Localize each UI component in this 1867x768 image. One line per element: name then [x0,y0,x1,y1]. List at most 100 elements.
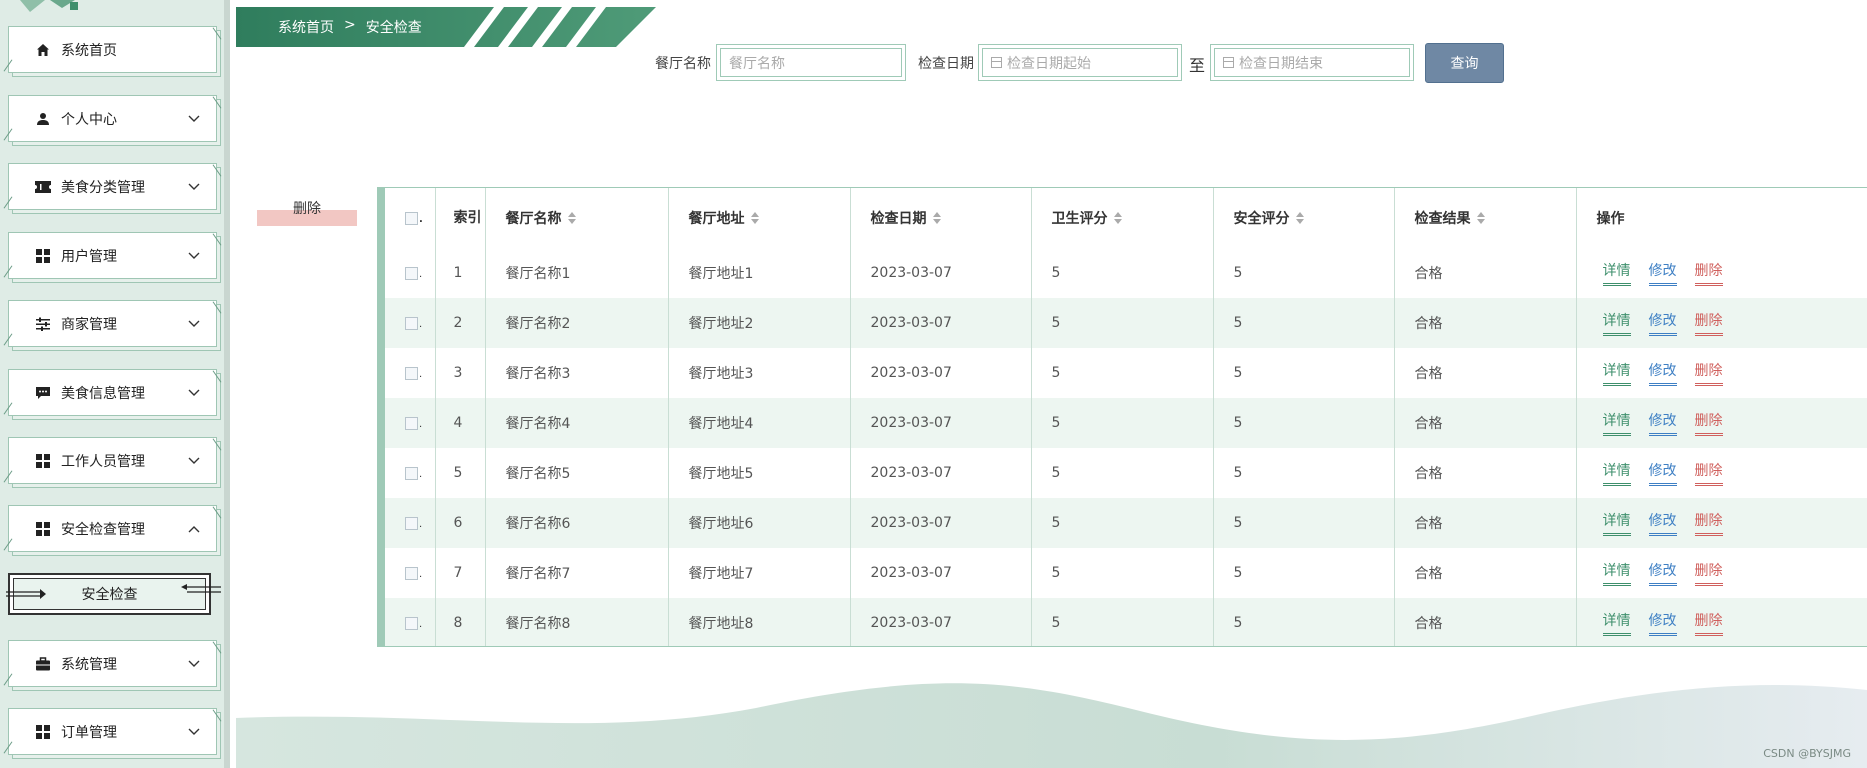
delete-link[interactable]: 删除 [1694,610,1723,636]
row-checkbox[interactable] [405,416,418,430]
column-header-result-label: 检查结果 [1414,211,1471,227]
sidebar-item-4[interactable]: 用户管理 [8,232,217,279]
sidebar-item-label: 系统管理 [61,656,117,673]
column-header-hygiene[interactable]: 卫生评分 [1030,188,1213,248]
column-header-address-label: 餐厅地址 [688,211,745,227]
sidebar: 系统首页个人中心美食分类管理用户管理商家管理美食信息管理 工作人员管理 安全检查管理… [0,0,230,768]
briefcase-icon [35,656,51,672]
cell-hygiene: 5 [1030,498,1213,548]
delete-link[interactable]: 删除 [1694,260,1723,286]
cell-safety: 5 [1212,398,1394,448]
row-checkbox[interactable] [405,366,418,380]
chat-icon [35,385,51,401]
edit-link[interactable]: 修改 [1648,410,1677,436]
cell-address: 餐厅地址7 [667,548,850,598]
detail-link[interactable]: 详情 [1602,410,1631,436]
column-header-result[interactable]: 检查结果 [1393,188,1576,248]
row-checkbox[interactable] [405,466,418,480]
edit-link[interactable]: 修改 [1648,460,1677,486]
edit-link[interactable]: 修改 [1648,510,1677,536]
detail-link[interactable]: 详情 [1602,310,1631,336]
edit-link[interactable]: 修改 [1648,360,1677,386]
sort-icon[interactable] [750,212,759,224]
sort-icon[interactable] [567,212,576,224]
edit-link[interactable]: 修改 [1648,560,1677,586]
sidebar-item-label: 订单管理 [61,724,117,741]
cell-address: 餐厅地址1 [667,248,850,298]
detail-link[interactable]: 详情 [1602,610,1631,636]
column-header-name[interactable]: 餐厅名称 [484,188,668,248]
table-row: . 6 餐厅名称6 餐厅地址6 2023-03-07 5 5 合格 详情 修改 删除 [385,498,1867,548]
date-end-input[interactable]: 检查日期结束 [1210,44,1414,81]
cell-safety: 5 [1212,448,1394,498]
delete-link[interactable]: 删除 [1694,410,1723,436]
table-row: . 4 餐厅名称4 餐厅地址4 2023-03-07 5 5 合格 详情 修改 删除 [385,398,1867,448]
cell-safety: 5 [1212,548,1394,598]
sort-icon[interactable] [1113,212,1122,224]
cell-ops: 详情 修改 删除 [1575,398,1867,448]
row-checkbox[interactable] [405,516,418,530]
detail-link[interactable]: 详情 [1602,360,1631,386]
select-all-cell: . [385,188,435,248]
row-checkbox[interactable] [405,316,418,330]
bottom-wave-decoration [236,683,1867,768]
sort-icon[interactable] [1476,212,1485,224]
sidebar-item-5[interactable]: 商家管理 [8,300,217,347]
sort-icon[interactable] [932,212,941,224]
chevron-down-icon[interactable] [184,453,204,469]
chevron-down-icon[interactable] [184,656,204,672]
edit-link[interactable]: 修改 [1648,260,1677,286]
cell-address: 餐厅地址6 [667,498,850,548]
chevron-down-icon[interactable] [184,248,204,264]
sidebar-item-3[interactable]: 美食分类管理 [8,163,217,210]
row-checkbox[interactable] [405,616,418,630]
query-button[interactable]: 查询 [1425,43,1504,83]
column-header-date[interactable]: 检查日期 [849,188,1031,248]
edit-link[interactable]: 修改 [1648,610,1677,636]
column-header-address[interactable]: 餐厅地址 [667,188,850,248]
delete-link[interactable]: 删除 [1694,360,1723,386]
sort-icon[interactable] [1295,212,1304,224]
select-all-checkbox[interactable] [405,211,418,225]
breadcrumb-home[interactable]: 系统首页 [278,17,334,37]
edit-link[interactable]: 修改 [1648,310,1677,336]
detail-link[interactable]: 详情 [1602,460,1631,486]
cell-result: 合格 [1393,598,1576,646]
sidebar-item-1[interactable]: 系统首页 [8,26,217,73]
column-header-name-label: 餐厅名称 [505,211,562,227]
delete-link[interactable]: 删除 [1694,460,1723,486]
batch-delete-button[interactable]: 删除 [257,191,357,226]
cell-name: 餐厅名称1 [484,248,668,298]
delete-link[interactable]: 删除 [1694,310,1723,336]
sidebar-subitem-safety-check[interactable]: 安全检查 [6,573,221,615]
delete-link[interactable]: 删除 [1694,560,1723,586]
sidebar-item-9[interactable]: 系统管理 [8,640,217,687]
column-header-safety[interactable]: 安全评分 [1212,188,1394,248]
sidebar-item-label: 用户管理 [61,248,117,265]
detail-link[interactable]: 详情 [1602,510,1631,536]
sidebar-item-10[interactable]: 订单管理 [8,708,217,755]
chevron-down-icon[interactable] [184,179,204,195]
sidebar-item-6[interactable]: 美食信息管理 [8,369,217,416]
chevron-down-icon[interactable] [184,724,204,740]
restaurant-name-input[interactable]: 餐厅名称 [716,44,906,81]
cell-date: 2023-03-07 [849,298,1031,348]
cell-hygiene: 5 [1030,548,1213,598]
row-checkbox[interactable] [405,266,418,280]
chevron-down-icon[interactable] [184,111,204,127]
detail-link[interactable]: 详情 [1602,260,1631,286]
chevron-down-icon[interactable] [184,316,204,332]
sidebar-item-7[interactable]: 工作人员管理 [8,437,217,484]
delete-link[interactable]: 删除 [1694,510,1723,536]
sidebar-item-2[interactable]: 个人中心 [8,95,217,142]
detail-link[interactable]: 详情 [1602,560,1631,586]
date-start-input[interactable]: 检查日期起始 [978,44,1182,81]
chevron-down-icon[interactable] [184,385,204,401]
row-checkbox[interactable] [405,566,418,580]
cell-date: 2023-03-07 [849,348,1031,398]
arrow-left-icon [181,584,221,593]
chevron-up-icon[interactable] [184,521,204,537]
sidebar-item-8[interactable]: 安全检查管理 [8,505,217,552]
cell-date: 2023-03-07 [849,448,1031,498]
ticket-icon [35,179,51,195]
